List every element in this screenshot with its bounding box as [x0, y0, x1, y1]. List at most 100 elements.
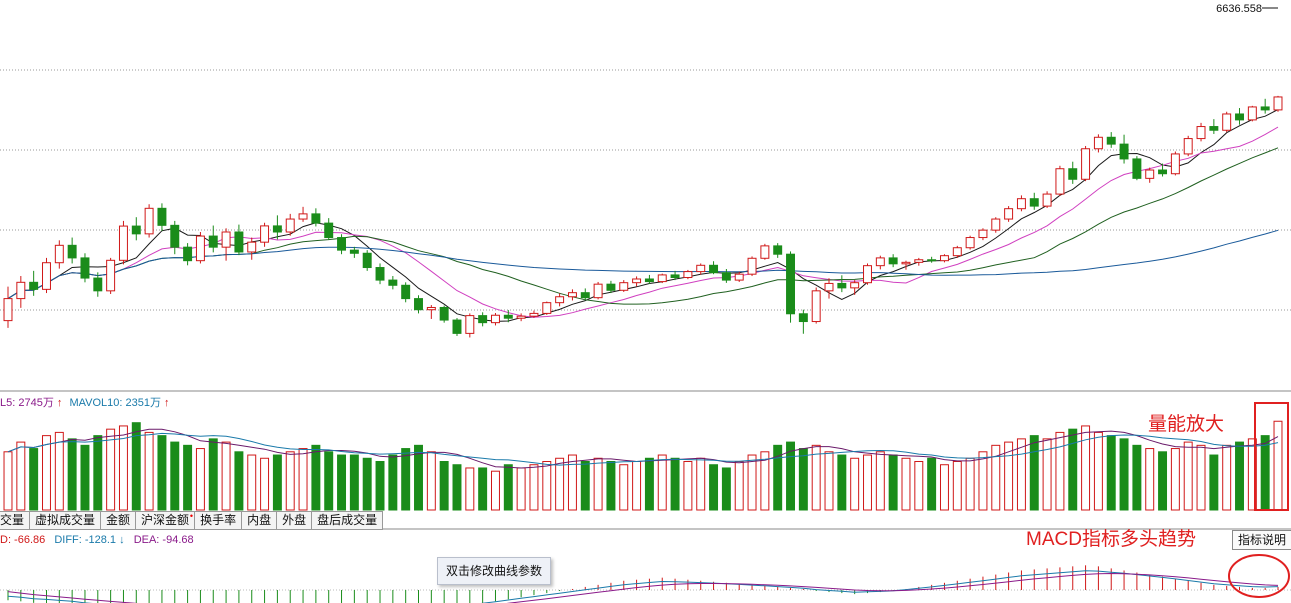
candle-body [1093, 136, 1103, 150]
candle-body [1209, 126, 1219, 131]
volume-bar [863, 454, 872, 511]
candle-body [978, 229, 988, 239]
volume-bar [195, 448, 205, 511]
volume-bar [734, 461, 744, 511]
volume-bar [927, 457, 937, 511]
candle-body [1247, 106, 1257, 121]
tab-outer-volume[interactable]: 外盘 [277, 511, 313, 530]
volume-bar [1081, 425, 1091, 511]
candle-body [606, 283, 616, 291]
candle-body [580, 292, 590, 299]
candle-body [1170, 153, 1180, 175]
candle-body [234, 231, 244, 253]
candle-body [939, 255, 949, 262]
mavol10-label: MAVOL10: 2351万 [69, 397, 161, 409]
candle-body [311, 213, 321, 224]
volume-bar [580, 461, 590, 511]
candle-body [131, 225, 141, 235]
volume-bar [1260, 435, 1270, 511]
candle-body [414, 298, 423, 311]
candle-body [80, 257, 90, 279]
volume-bar [516, 467, 526, 511]
candle-body [1273, 96, 1283, 111]
candle-body [388, 279, 398, 286]
tab-after-hours-volume[interactable]: 盘后成交量 [312, 511, 384, 530]
volume-bar [80, 444, 90, 511]
volume-bar [1068, 428, 1078, 511]
macd-panel [7, 565, 1279, 603]
volume-bar [1145, 448, 1155, 511]
candle-body [337, 237, 347, 251]
candle-body [260, 225, 270, 243]
indicator-tabs: 交量 虚拟成交量 金额 沪深金额 • 换手率 内盘 外盘 盘后成交量 [0, 511, 384, 530]
volume-header: L5: 2745万 ↑ MAVOL10: 2351万 ↑ [0, 397, 170, 409]
candle-body [195, 235, 205, 262]
volume-bar [478, 467, 488, 511]
candle-body [632, 278, 642, 284]
diff-arrow: ↓ [119, 534, 125, 546]
tab-inner-volume[interactable]: 内盘 [242, 511, 278, 530]
volume-bar [42, 435, 51, 511]
candle-body [529, 312, 539, 317]
indicator-help-button[interactable]: 指标说明 [1232, 530, 1291, 550]
candle-body [683, 271, 693, 279]
candle-body [747, 257, 757, 275]
candle-body [1055, 168, 1065, 195]
volume-bar [811, 444, 821, 511]
candle-body [760, 245, 770, 259]
volume-bar [465, 467, 475, 511]
tab-volume[interactable]: 交量 [0, 511, 31, 530]
volume-bar [93, 435, 103, 511]
volume-bar [503, 464, 513, 511]
candle-body [1235, 113, 1244, 121]
volume-bar [670, 457, 680, 511]
candle-body [798, 313, 808, 323]
tab-virtual-volume[interactable]: 虚拟成交量 [30, 511, 102, 530]
candle-body [952, 247, 962, 257]
candle-body [914, 259, 924, 263]
tab-sh-sz-amount[interactable]: 沪深金额 • [136, 511, 196, 530]
volume-bar [324, 451, 334, 511]
price-top-label: 6636.558 [1216, 3, 1262, 15]
candle-body [863, 265, 872, 284]
candle-body [734, 273, 744, 281]
candle-body [811, 290, 821, 323]
candle-body [1068, 168, 1078, 180]
macd-value: D: -66.86 [0, 534, 45, 546]
volume-bar [1222, 444, 1232, 511]
volume-bar [439, 461, 449, 511]
candle-body [516, 315, 526, 319]
candle-body [362, 252, 372, 269]
volume-bar [1158, 451, 1168, 511]
candle-body [721, 272, 731, 281]
volume-bar [29, 448, 39, 511]
volume-bar [632, 461, 642, 511]
volume-bar [272, 454, 282, 511]
volume-bar [824, 451, 834, 511]
macd-highlight-circle [1228, 554, 1290, 598]
volume-bar [311, 444, 321, 511]
candle-body [272, 225, 282, 233]
tab-turnover[interactable]: 换手率 [195, 511, 243, 530]
candle-body [42, 262, 51, 290]
volume-bar [644, 457, 654, 511]
candle-body [786, 253, 796, 315]
moving-average-lines [7, 109, 1279, 322]
candle-body [773, 245, 783, 255]
candle-body [1196, 126, 1206, 140]
volume-bar [696, 457, 706, 511]
tab-amount[interactable]: 金额 [101, 511, 137, 530]
candle-body [542, 302, 552, 314]
mavol10-arrow: ↑ [164, 397, 170, 409]
dea-value: DEA: -94.68 [134, 534, 194, 546]
volume-bar [1170, 448, 1180, 511]
candle-body [657, 274, 667, 283]
candle-body [324, 222, 334, 239]
tab-marker-dot: • [189, 511, 194, 521]
volume-bar [939, 464, 949, 511]
macd-header: D: -66.86 DIFF: -128.1 ↓ DEA: -94.68 [0, 534, 194, 546]
candle-body [439, 306, 449, 321]
volume-bar [490, 470, 500, 511]
candle-body [1081, 148, 1091, 180]
candle-body [183, 246, 193, 262]
